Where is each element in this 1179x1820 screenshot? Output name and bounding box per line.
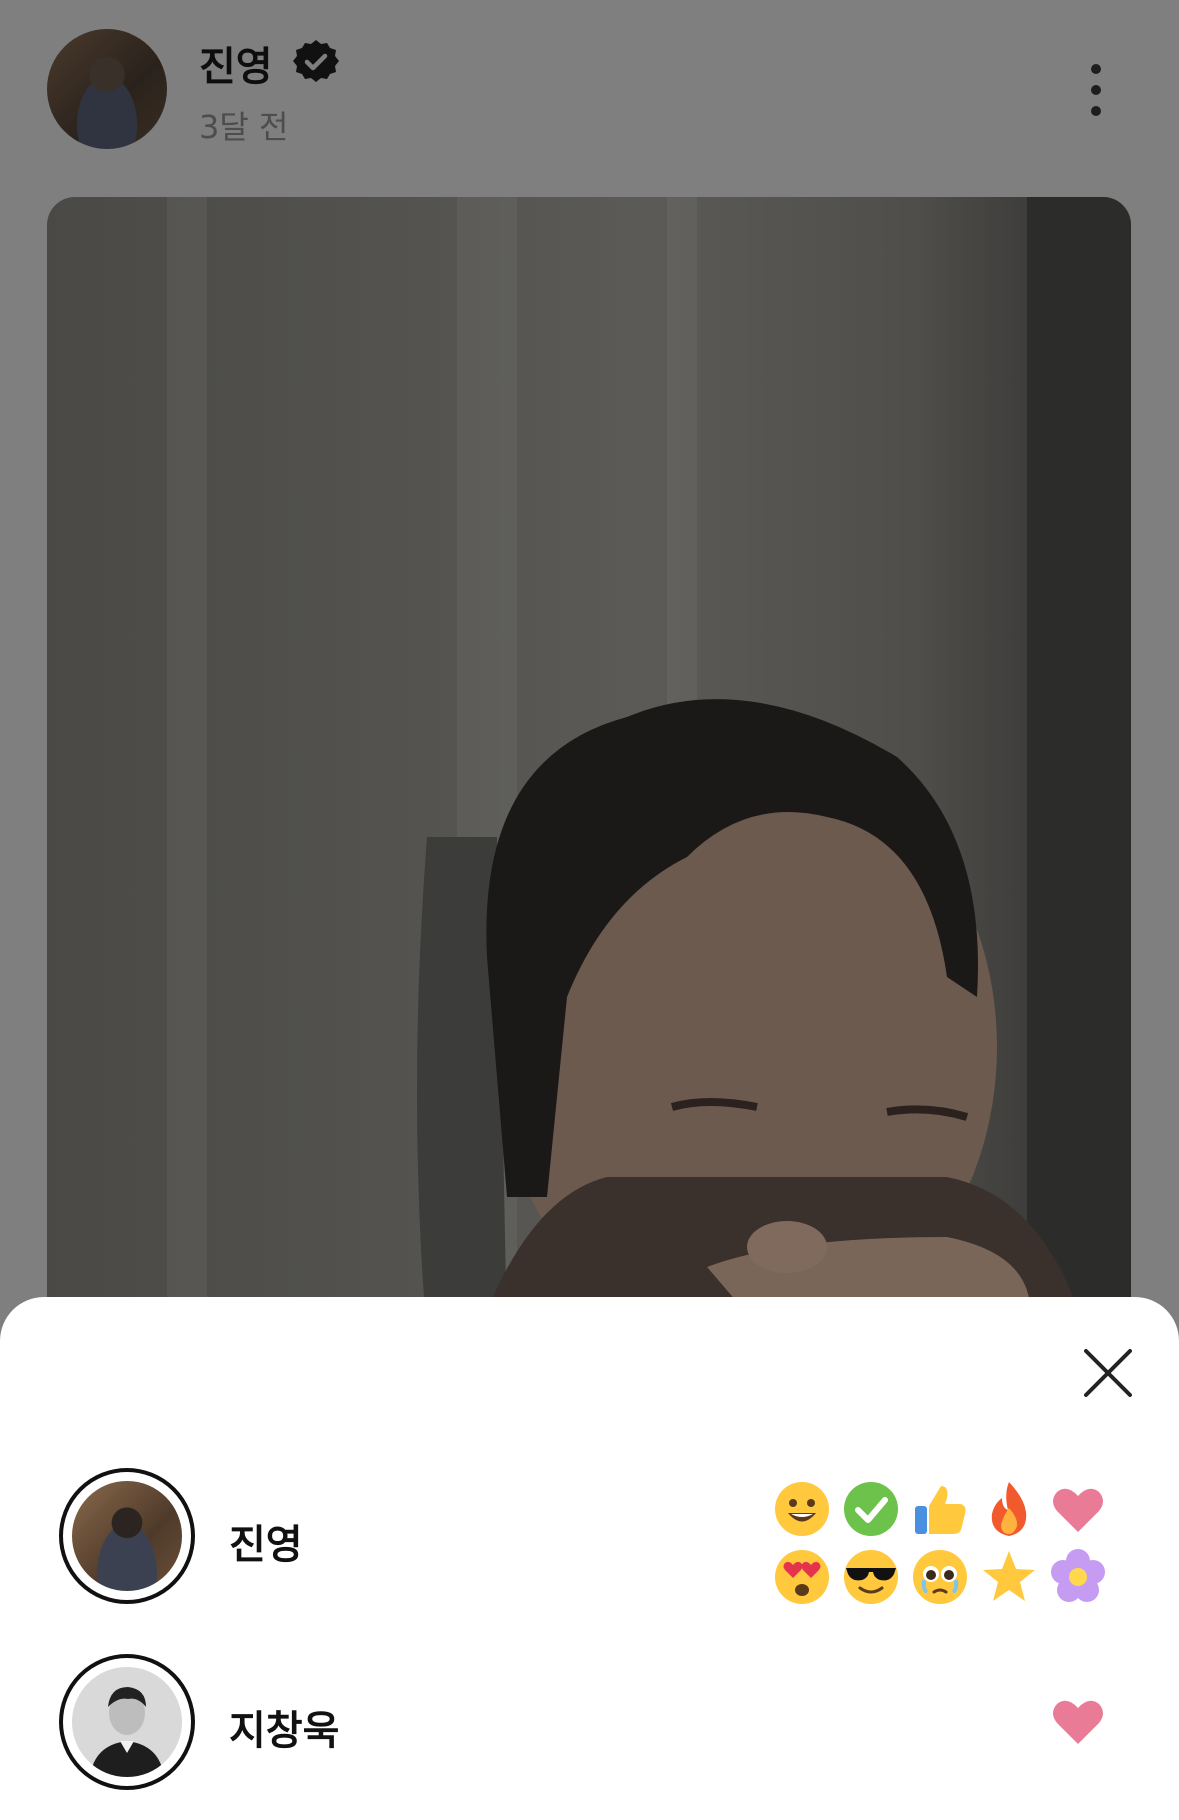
more-options-icon[interactable] [1080,62,1112,118]
reaction-row[interactable]: 진영 [0,1468,1179,1614]
user-avatar[interactable] [59,1654,195,1790]
fire-icon [991,1482,1027,1536]
star-icon [983,1551,1035,1601]
check-mark-icon [844,1482,898,1536]
heart-icon [1053,1700,1103,1744]
reaction-row[interactable]: 지창욱 [0,1654,1179,1800]
person-photo [90,1687,164,1777]
close-icon[interactable] [1078,1343,1138,1403]
flower-icon [1051,1549,1105,1602]
author-avatar[interactable] [47,29,167,149]
sunglasses-face-icon [844,1550,898,1604]
emoji-reactions [770,1468,1110,1608]
pleading-face-icon [913,1550,967,1604]
verified-badge-icon [293,40,339,82]
user-avatar[interactable] [59,1468,195,1604]
photo-subject [417,197,1131,1337]
post-photo[interactable] [47,197,1131,1337]
thumbs-up-icon [915,1486,966,1534]
author-name[interactable]: 진영 [199,34,273,92]
post-header: 진영 3달 전 [0,0,1179,190]
emoji-reactions [770,1654,1110,1794]
heart-icon [1053,1488,1103,1532]
user-name: 지창욱 [229,1708,340,1754]
grinning-face-icon [775,1482,829,1536]
user-name: 진영 [229,1522,303,1568]
heart-eyes-icon [775,1550,829,1604]
post-time: 3달 전 [199,108,289,146]
